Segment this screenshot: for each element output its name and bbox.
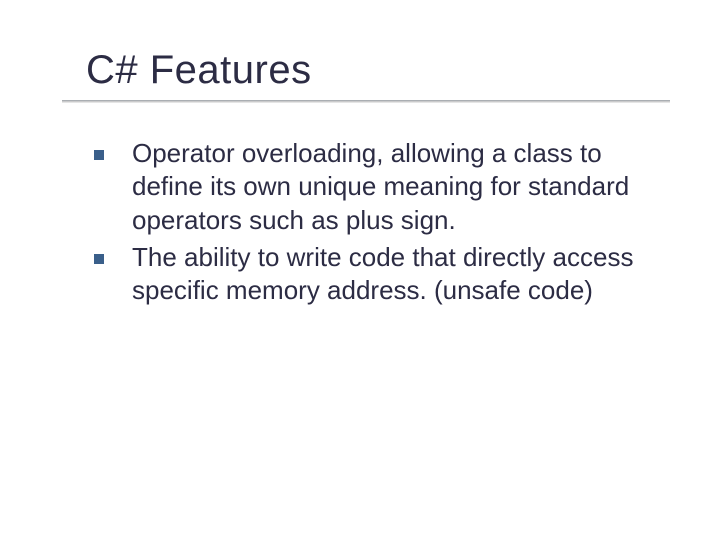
title-wrap: C# Features: [86, 48, 660, 103]
bullet-text: The ability to write code that directly …: [132, 242, 633, 305]
list-item: Operator overloading, allowing a class t…: [94, 137, 660, 237]
slide-title: C# Features: [86, 48, 660, 103]
bullet-text: Operator overloading, allowing a class t…: [132, 138, 629, 235]
list-item: The ability to write code that directly …: [94, 241, 660, 308]
title-underline: [62, 100, 670, 103]
bullet-list: Operator overloading, allowing a class t…: [86, 137, 660, 307]
slide: C# Features Operator overloading, allowi…: [0, 0, 720, 540]
square-bullet-icon: [94, 150, 104, 160]
square-bullet-icon: [94, 254, 104, 264]
